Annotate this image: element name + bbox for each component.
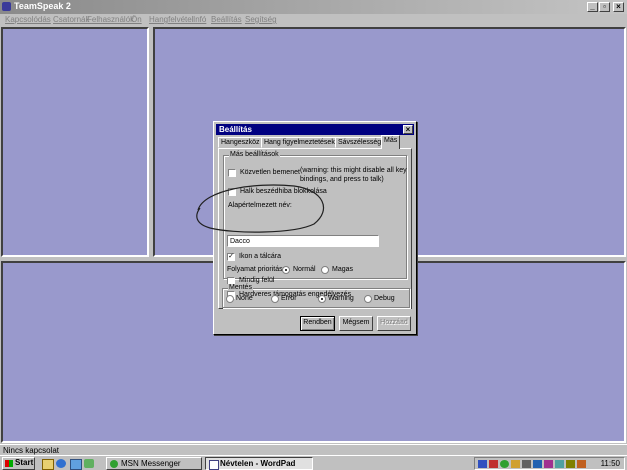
msn-icon: [110, 460, 118, 468]
clock[interactable]: 11:50: [601, 459, 620, 468]
tray-msn-icon[interactable]: [500, 460, 509, 468]
log-error-label: Error: [281, 295, 297, 302]
tray-icon-label: Ikon a tálcára: [239, 253, 282, 260]
menu-settings[interactable]: Beállítás: [211, 15, 242, 24]
menu-bar: Kapcsolódás Csatornák Felhasználók Ön Ha…: [0, 14, 627, 26]
priority-normal-label: Normál: [293, 266, 316, 273]
dialog-close-button[interactable]: ×: [403, 125, 413, 134]
tray-network-icon[interactable]: [478, 460, 487, 468]
tray-antivirus-icon[interactable]: [489, 460, 498, 468]
desktop-icon[interactable]: [42, 459, 54, 470]
menu-channels[interactable]: Csatornák: [53, 15, 89, 24]
tray-connection-icon[interactable]: [555, 460, 564, 468]
taskbar: Start MSN Messenger Névtelen - WordPad 1…: [0, 455, 627, 470]
log-debug-label: Debug: [374, 295, 395, 302]
tray-media-icon[interactable]: [544, 460, 553, 468]
taskbar-wordpad[interactable]: Névtelen - WordPad: [205, 457, 313, 470]
log-warning-radio[interactable]: [318, 295, 326, 303]
menu-info[interactable]: Infó: [193, 15, 206, 24]
taskbar-msn-messenger[interactable]: MSN Messenger: [106, 457, 202, 470]
windows-logo-icon: [5, 460, 13, 467]
direct-input-checkbox[interactable]: [228, 169, 236, 177]
direct-input-label: Közvetlen bemenet: [240, 169, 300, 176]
dialog-title-bar[interactable]: Beállítás ×: [216, 124, 414, 135]
priority-high-radio[interactable]: [321, 266, 329, 274]
priority-label: Folyamat prioritás:: [227, 266, 285, 273]
always-on-top-label: Mindig felül: [239, 277, 275, 284]
other-settings-legend: Más beállítások: [229, 151, 280, 158]
direct-input-warning-1: (warning: this might disable all key: [300, 167, 407, 174]
start-button[interactable]: Start: [2, 457, 35, 470]
connection-status: Nincs kapcsolat: [3, 446, 60, 455]
log-none-label: None: [236, 295, 253, 302]
tray-icon-checkbox[interactable]: ✓: [227, 253, 235, 261]
ok-button[interactable]: Rendben: [300, 316, 335, 331]
priority-normal-radio[interactable]: [282, 266, 290, 274]
tray-misc-icon[interactable]: [577, 460, 586, 468]
start-label: Start: [15, 458, 34, 467]
teamspeak-icon: [2, 2, 11, 11]
messenger-icon[interactable]: [84, 459, 94, 468]
tab-bandwidth[interactable]: Sávszélesség: [335, 137, 385, 148]
dialog-title: Beállítás: [219, 125, 252, 134]
log-warning-label: Warning: [328, 295, 354, 302]
apply-button[interactable]: Hozzáad: [377, 316, 411, 331]
tray-volume-icon[interactable]: [522, 460, 531, 468]
outlook-icon[interactable]: [70, 459, 82, 470]
log-error-radio[interactable]: [271, 295, 279, 303]
minimize-button[interactable]: _: [587, 2, 598, 12]
log-debug-radio[interactable]: [364, 295, 372, 303]
tab-audio-device[interactable]: Hangeszköz: [218, 137, 263, 148]
taskbar-item-label: Névtelen - WordPad: [220, 459, 296, 468]
tray-update-icon[interactable]: [566, 460, 575, 468]
tab-other[interactable]: Más: [381, 135, 401, 149]
tab-sound-alerts[interactable]: Hang figyelmeztetések: [261, 137, 338, 148]
menu-help[interactable]: Segítség: [245, 15, 277, 24]
app-title: TeamSpeak 2: [14, 1, 71, 11]
tray-app-icon[interactable]: [511, 460, 520, 468]
default-name-input[interactable]: [227, 235, 379, 247]
priority-high-label: Magas: [332, 266, 354, 273]
menu-self[interactable]: Ön: [131, 15, 142, 24]
save-legend: Mentés: [228, 284, 253, 291]
hand-drawn-annotation: [196, 184, 325, 233]
save-group: Mentés None Error Warning Debug: [222, 284, 410, 308]
internet-explorer-icon[interactable]: [56, 459, 66, 468]
app-title-bar[interactable]: TeamSpeak 2 _ ▫ ×: [0, 0, 627, 14]
menu-users[interactable]: Felhasználók: [87, 15, 134, 24]
menu-recording[interactable]: Hangfelvétel: [149, 15, 193, 24]
taskbar-item-label: MSN Messenger: [121, 459, 181, 468]
wordpad-icon: [209, 460, 219, 470]
close-button[interactable]: ×: [613, 2, 624, 12]
system-tray: 11:50: [474, 457, 625, 470]
cancel-button[interactable]: Mégsem: [339, 316, 373, 331]
log-none-radio[interactable]: [226, 295, 234, 303]
tray-teamspeak-icon[interactable]: [533, 460, 542, 468]
channel-tree-pane[interactable]: [1, 27, 149, 257]
menu-connection[interactable]: Kapcsolódás: [5, 15, 51, 24]
maximize-button[interactable]: ▫: [599, 2, 610, 12]
status-bar: Nincs kapcsolat: [0, 444, 627, 455]
